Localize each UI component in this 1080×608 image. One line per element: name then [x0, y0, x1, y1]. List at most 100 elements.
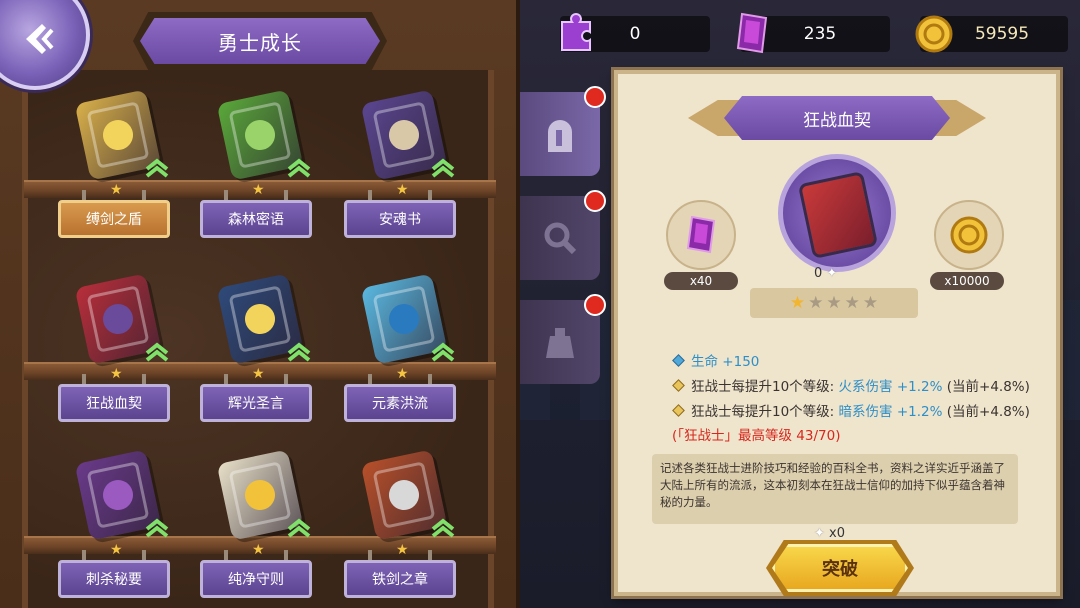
puzzle-piece-icon: ✦ [826, 266, 838, 281]
shelf-item[interactable]: ★ 元素洪流 [344, 273, 484, 440]
star-icon: ★ [252, 542, 265, 558]
shelf-item[interactable]: ★ 刺杀秘要 [58, 449, 198, 608]
purple-gem-icon [736, 12, 768, 54]
star-icon: ★ [808, 293, 824, 313]
item-label: 纯净守则 [200, 560, 312, 598]
star-icon: ★ [252, 182, 265, 198]
gem-cost-icon [666, 200, 736, 270]
fragment-count: 0 ✦ [814, 266, 837, 281]
gem-cost: x40 [664, 272, 738, 290]
item-label: 狂战血契 [58, 384, 170, 422]
detail-title: 狂战血契 [724, 96, 950, 140]
max-level-note: (「狂战士」最高等级 43/70) [672, 428, 841, 444]
tab-warrior[interactable] [520, 86, 606, 176]
page-title-text: 勇士成长 [218, 30, 302, 55]
stat-fire-current: (当前+4.8%) [946, 379, 1030, 395]
star-icon: ★ [110, 366, 123, 382]
stat-dark-current: (当前+4.8%) [946, 404, 1030, 420]
puzzle-piece-icon [561, 13, 591, 51]
shelf-item[interactable]: ★ 森林密语 [200, 89, 340, 256]
star-rating: ★ ★ ★ ★ ★ [750, 288, 918, 318]
tab-bag[interactable] [520, 294, 606, 384]
tab-search[interactable] [520, 190, 606, 280]
item-label: 缚剑之盾 [58, 200, 170, 238]
shelf-item[interactable]: ★ 狂战血契 [58, 273, 198, 440]
item-description: 记述各类狂战士进阶技巧和经验的百科全书，资料之详实近乎涵盖了大陆上所有的流派，这… [652, 454, 1018, 524]
stat-dark: 狂战士每提升10个等级: 暗系伤害 +1.2% (当前+4.8%) [672, 400, 1030, 420]
stat-dark-prefix: 狂战士每提升10个等级: [691, 404, 835, 420]
shelf-item[interactable]: ★ 安魂书 [344, 89, 484, 256]
puzzle-count: 0 [629, 24, 641, 44]
stat-dark-effect: 暗系伤害 +1.2% [838, 404, 943, 420]
notification-dot [584, 86, 606, 108]
magnifier-icon [544, 222, 577, 255]
book-emblem-icon [386, 117, 422, 153]
breakthrough-cost-value: x0 [829, 526, 846, 541]
item-label: 刺杀秘要 [58, 560, 170, 598]
notification-dot [584, 294, 606, 316]
book-emblem-icon [100, 477, 136, 513]
book-emblem-icon [242, 477, 278, 513]
book-emblem-icon [100, 117, 136, 153]
shelf-item[interactable]: ★ 缚剑之盾 [58, 89, 198, 256]
breakthrough-button-label: 突破 [822, 559, 858, 580]
upgrade-chevron-icon [287, 342, 311, 362]
item-label: 辉光圣言 [200, 384, 312, 422]
shelf-item[interactable]: ★ 铁剑之章 [344, 449, 484, 608]
stat-fire-prefix: 狂战士每提升10个等级: [691, 379, 835, 395]
upgrade-chevron-icon [431, 158, 455, 178]
notification-dot [584, 190, 606, 212]
shelf-item[interactable]: ★ 辉光圣言 [200, 273, 340, 440]
bag-icon [546, 328, 574, 358]
page-title: 勇士成长 [140, 18, 380, 64]
item-label: 铁剑之章 [344, 560, 456, 598]
upgrade-chevron-icon [287, 518, 311, 538]
star-icon: ★ [396, 542, 409, 558]
star-icon: ★ [110, 542, 123, 558]
stat-hp: 生命 +150 [672, 350, 760, 370]
star-icon: ★ [789, 293, 806, 313]
fragment-count-value: 0 [814, 266, 823, 281]
diamond-icon [672, 379, 685, 392]
gold-cost-icon [934, 200, 1004, 270]
gold-count: 59595 [974, 24, 1030, 44]
shelf-item[interactable]: ★ 纯净守则 [200, 449, 340, 608]
star-icon: ★ [826, 293, 842, 313]
upgrade-chevron-icon [145, 158, 169, 178]
upgrade-chevron-icon [431, 518, 455, 538]
star-icon: ★ [862, 293, 879, 313]
stat-hp-label: 生命 [691, 354, 718, 370]
puzzle-piece-icon: ✦ [814, 526, 825, 541]
star-icon: ★ [252, 366, 265, 382]
gold-coin-icon [950, 216, 988, 254]
detail-title-text: 狂战血契 [803, 110, 871, 131]
item-label: 元素洪流 [344, 384, 456, 422]
gold-cost: x10000 [930, 272, 1004, 290]
diamond-icon [672, 354, 685, 367]
diamond-icon [672, 404, 685, 417]
item-label: 森林密语 [200, 200, 312, 238]
stat-fire: 狂战士每提升10个等级: 火系伤害 +1.2% (当前+4.8%) [672, 375, 1030, 395]
star-icon: ★ [396, 182, 409, 198]
book-emblem-icon [242, 301, 278, 337]
upgrade-chevron-icon [287, 158, 311, 178]
purple-gem-icon [686, 215, 716, 254]
book-emblem-icon [100, 301, 136, 337]
upgrade-chevron-icon [145, 342, 169, 362]
upgrade-chevron-icon [431, 342, 455, 362]
stat-hp-value: +150 [722, 354, 760, 370]
gem-count: 235 [803, 24, 837, 44]
breakthrough-button[interactable]: 突破 [772, 544, 908, 592]
item-label: 安魂书 [344, 200, 456, 238]
breakthrough-cost: ✦ x0 [814, 526, 845, 541]
item-portrait [778, 154, 896, 272]
upgrade-chevron-icon [145, 518, 169, 538]
stat-fire-effect: 火系伤害 +1.2% [838, 379, 943, 395]
book-emblem-icon [242, 117, 278, 153]
star-icon: ★ [844, 293, 860, 313]
item-detail-card: 狂战血契 x40 x10000 0 ✦ ★ ★ ★ ★ ★ 生命 +150 狂战士每提升… [614, 70, 1060, 596]
star-icon: ★ [396, 366, 409, 382]
blood-pact-book-icon [797, 170, 879, 260]
back-arrow-icon [26, 24, 54, 54]
helmet-icon [548, 120, 572, 152]
